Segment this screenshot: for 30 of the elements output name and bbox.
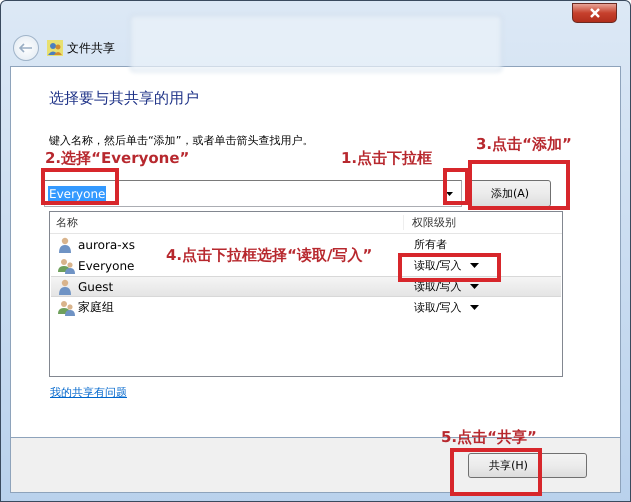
instruction-text: 键入名称，然后单击“添加”，或者单击箭头查找用户。 bbox=[49, 133, 314, 148]
close-button[interactable] bbox=[572, 3, 617, 23]
group-icon bbox=[58, 300, 76, 316]
column-header[interactable]: 名称 bbox=[50, 215, 403, 230]
annotation-text: 1.点击下拉框 bbox=[341, 149, 432, 168]
window-title: 文件共享 bbox=[67, 40, 115, 56]
annotation-text: 5.点击“共享” bbox=[441, 428, 537, 447]
user-name: Everyone bbox=[78, 258, 134, 272]
annotation-text: 4.点击下拉框选择“读取/写入” bbox=[166, 246, 372, 265]
users-icon bbox=[47, 40, 63, 56]
user-name: 家庭组 bbox=[78, 299, 114, 316]
group-icon bbox=[58, 258, 76, 274]
dropdown-arrow-icon bbox=[470, 305, 479, 310]
permission-dropdown[interactable]: 读取/写入 bbox=[414, 258, 479, 273]
permission-dropdown[interactable]: 读取/写入 bbox=[414, 300, 479, 315]
user-name: aurora-xs bbox=[78, 238, 135, 252]
dropdown-arrow-icon bbox=[446, 192, 453, 196]
column-header[interactable]: 权限级别 bbox=[403, 215, 456, 230]
share-button[interactable]: 共享(H) bbox=[468, 452, 587, 478]
dropdown-arrow-icon bbox=[470, 263, 479, 268]
permission-text: 所有者 bbox=[414, 237, 447, 252]
dropdown-arrow-icon bbox=[470, 284, 479, 289]
add-button[interactable]: 添加(A) bbox=[469, 180, 551, 207]
annotation-text: 2.选择“Everyone” bbox=[45, 149, 190, 168]
user-name: Guest bbox=[78, 280, 114, 294]
close-icon bbox=[588, 8, 600, 18]
help-link[interactable]: 我的共享有问题 bbox=[50, 385, 127, 400]
annotation-text: 3.点击“添加” bbox=[476, 135, 572, 154]
back-arrow-icon bbox=[19, 43, 33, 53]
heading: 选择要与其共享的用户 bbox=[49, 89, 200, 109]
